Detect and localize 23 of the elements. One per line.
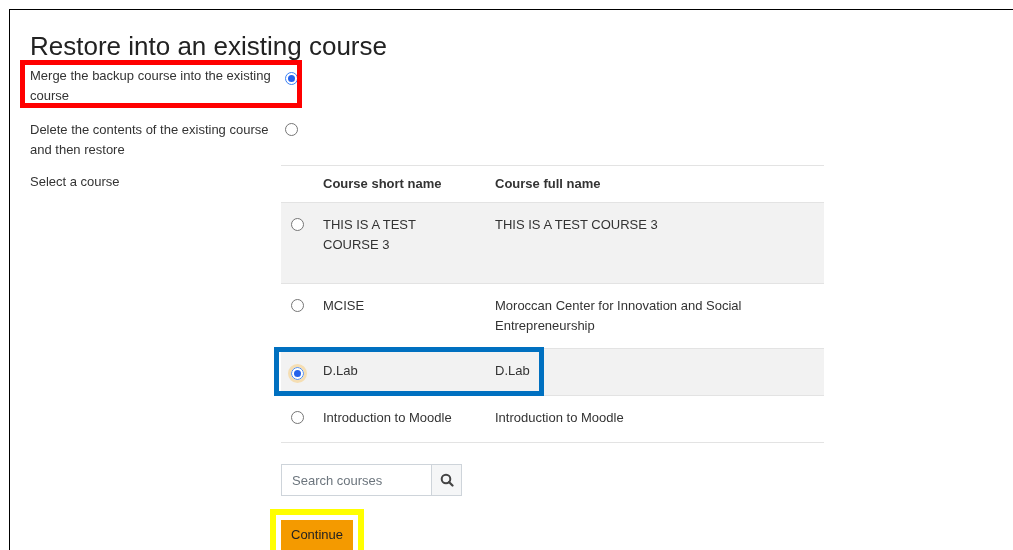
column-header: Course short name: [323, 175, 443, 194]
table-cell-text: Introduction to Moodle: [495, 409, 625, 427]
table-cell-text: D.Lab: [323, 362, 359, 380]
radio-button[interactable]: [285, 123, 298, 136]
radio-button[interactable]: [291, 411, 304, 424]
table-cell-text: D.Lab: [495, 362, 531, 380]
table-cell-text: THIS IS A TEST COURSE 3: [323, 216, 417, 254]
page-title: Restore into an existing course: [30, 30, 388, 62]
continue-button[interactable]: Continue: [281, 520, 354, 550]
radio-button[interactable]: [291, 218, 304, 231]
table-cell-text: Moroccan Center for Innovation and Social Entrepreneurship: [495, 297, 743, 335]
radio-button[interactable]: [291, 299, 304, 312]
search-button[interactable]: [432, 464, 462, 496]
option-label: Delete the contents of the existing course and then restore: [30, 121, 270, 159]
field-label: Select a course: [30, 173, 121, 190]
column-header: Course full name: [495, 175, 602, 194]
radio-button[interactable]: [291, 367, 304, 380]
search-field[interactable]: Search courses: [281, 464, 432, 496]
option-label: Merge the backup course into the existing course: [30, 67, 272, 105]
search-icon: [439, 473, 454, 487]
table-cell-text: Introduction to Moodle: [323, 409, 453, 427]
table-cell-text: MCISE: [323, 297, 366, 315]
table-cell-text: THIS IS A TEST COURSE 3: [495, 216, 659, 234]
